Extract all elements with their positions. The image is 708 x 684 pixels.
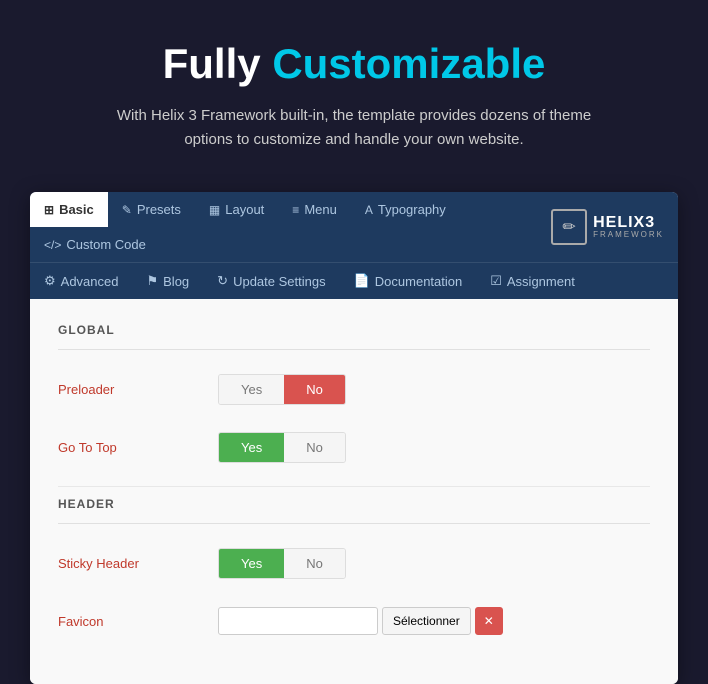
tab-typography[interactable]: A Typography [351,192,460,227]
nav-tabs-top: ⊞ Basic ✎ Presets ▦ Layout ≡ Menu A Ty [30,192,537,262]
section-header: HEADER Sticky Header Yes No Favicon Séle… [58,486,650,640]
sticky-header-row: Sticky Header Yes No [58,544,650,582]
tab-assignment[interactable]: ☑ Assignment [476,265,589,297]
tab-advanced[interactable]: ⚙ Advanced [30,265,132,297]
helix-sub: FRAMEWORK [593,231,664,240]
section-global: GLOBAL Preloader Yes No Go To Top Yes No [58,323,650,466]
grid-icon: ▦ [209,203,220,217]
sticky-header-no-button[interactable]: No [284,549,345,578]
tab-basic[interactable]: ⊞ Basic [30,192,108,227]
helix-name: HELIX3 [593,214,664,232]
go-to-top-label: Go To Top [58,440,218,455]
nav-top: ⊞ Basic ✎ Presets ▦ Layout ≡ Menu A Ty [30,192,678,263]
code-icon: </> [44,238,61,252]
section-header-label: HEADER [58,497,650,524]
go-to-top-no-button[interactable]: No [284,433,345,462]
section-global-header: GLOBAL [58,323,650,350]
hero-title: Fully Customizable [60,40,648,88]
tab-layout[interactable]: ▦ Layout [195,192,278,227]
helix-logo-box: ✏ [551,209,587,245]
gear-icon: ⚙ [44,273,56,289]
preloader-no-button[interactable]: No [284,375,345,404]
favicon-text-input[interactable] [218,607,378,635]
nav-tabs-bottom: ⚙ Advanced ⚑ Blog ↻ Update Settings 📄 Do… [30,263,678,299]
panel: ⊞ Basic ✎ Presets ▦ Layout ≡ Menu A Ty [30,192,678,684]
flag-icon: ⚑ [146,273,158,289]
menu-icon: ≡ [292,203,299,217]
tab-documentation[interactable]: 📄 Documentation [340,265,477,297]
preloader-row: Preloader Yes No [58,370,650,408]
favicon-clear-button[interactable]: ✕ [475,607,503,635]
preloader-toggle: Yes No [218,374,346,405]
go-to-top-toggle: Yes No [218,432,346,463]
refresh-icon: ↻ [217,273,228,289]
check-icon: ☑ [490,273,502,289]
sticky-header-toggle: Yes No [218,548,346,579]
typography-icon: A [365,203,373,217]
favicon-label: Favicon [58,614,218,629]
hero-subtitle: With Helix 3 Framework built-in, the tem… [104,104,604,152]
favicon-row: Favicon Sélectionner ✕ [58,602,650,640]
nav-bar: ⊞ Basic ✎ Presets ▦ Layout ≡ Menu A Ty [30,192,678,299]
home-icon: ⊞ [44,203,54,217]
hero-title-accent: Customizable [272,40,545,87]
tab-custom-code[interactable]: </> Custom Code [30,227,160,262]
pencil-icon: ✎ [122,203,132,217]
sticky-header-label: Sticky Header [58,556,218,571]
preloader-yes-button[interactable]: Yes [219,375,284,404]
favicon-input-group: Sélectionner ✕ [218,607,503,635]
favicon-select-button[interactable]: Sélectionner [382,607,471,635]
helix-text: HELIX3 FRAMEWORK [593,214,664,240]
go-to-top-yes-button[interactable]: Yes [219,433,284,462]
helix-logo: ✏ HELIX3 FRAMEWORK [537,203,678,251]
tab-presets[interactable]: ✎ Presets [108,192,195,227]
preloader-label: Preloader [58,382,218,397]
content-area: GLOBAL Preloader Yes No Go To Top Yes No… [30,299,678,684]
tab-menu[interactable]: ≡ Menu [278,192,351,227]
hero-title-plain: Fully [163,40,261,87]
tab-update-settings[interactable]: ↻ Update Settings [203,265,339,297]
hero-section: Fully Customizable With Helix 3 Framewor… [0,0,708,182]
tab-blog[interactable]: ⚑ Blog [132,265,203,297]
doc-icon: 📄 [354,273,370,289]
sticky-header-yes-button[interactable]: Yes [219,549,284,578]
helix-pen-icon: ✏ [562,217,575,237]
go-to-top-row: Go To Top Yes No [58,428,650,466]
